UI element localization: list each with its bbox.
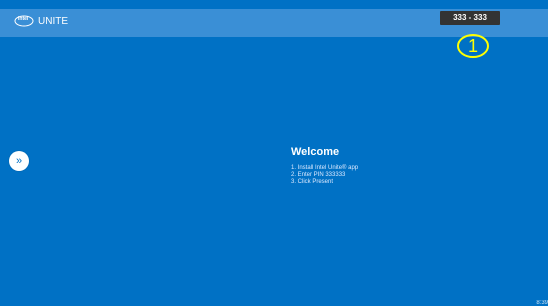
welcome-title: Welcome: [291, 146, 340, 158]
app-window: intel UNITE 333 - 333 1 » Welcome 1. Ins…: [0, 0, 548, 306]
welcome-panel: Welcome 1. Install Intel Unite® app 2. E…: [291, 146, 358, 186]
step-2: 2. Enter PIN 333333: [291, 172, 346, 178]
pin-badge: 333 - 333: [440, 11, 500, 25]
step-3: 3. Click Present: [291, 179, 334, 185]
intel-logo-text: intel: [18, 16, 29, 22]
number-marker: 1: [456, 33, 490, 59]
double-chevron-right-icon: »: [15, 155, 23, 167]
expand-sidebar-button[interactable]: »: [9, 151, 29, 171]
step-1: 1. Install Intel Unite® app: [291, 165, 359, 171]
brand: intel UNITE: [14, 15, 68, 27]
welcome-steps: 1. Install Intel Unite® app 2. Enter PIN…: [291, 165, 358, 186]
brand-text: UNITE: [38, 15, 68, 27]
clock-text: 8:39: [536, 300, 548, 306]
marker-label: 1: [467, 36, 478, 56]
